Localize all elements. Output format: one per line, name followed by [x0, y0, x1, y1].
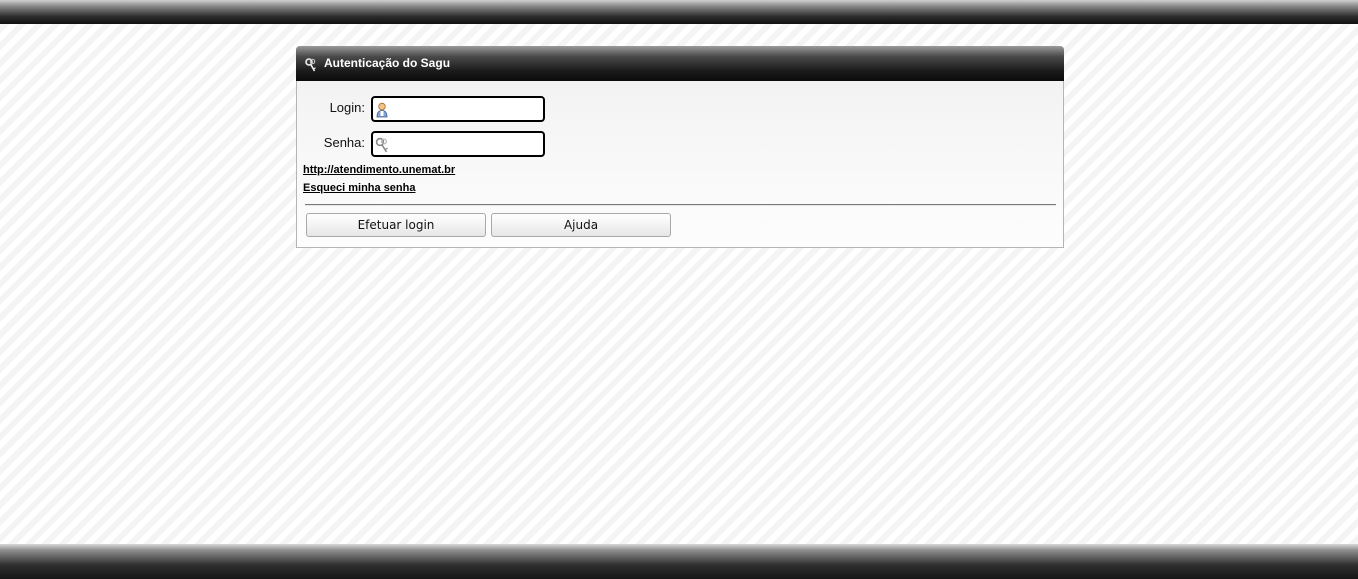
- keys-icon: [305, 58, 316, 72]
- forgot-password-link[interactable]: Esqueci minha senha: [303, 182, 415, 194]
- top-bar: [0, 0, 1358, 24]
- panel-title: Autenticação do Sagu: [324, 56, 451, 70]
- login-input[interactable]: [391, 100, 539, 118]
- password-label: Senha:: [323, 135, 365, 150]
- password-field[interactable]: [371, 131, 545, 157]
- login-field[interactable]: [371, 96, 545, 122]
- user-icon: [376, 102, 388, 118]
- keys-icon: [375, 137, 388, 153]
- password-input[interactable]: [391, 135, 539, 153]
- login-label: Login:: [329, 100, 365, 115]
- help-button[interactable]: Ajuda: [491, 213, 671, 237]
- panel-header: Autenticação do Sagu: [296, 46, 1064, 81]
- site-link[interactable]: http://atendimento.unemat.br: [303, 164, 455, 176]
- login-panel: Autenticação do Sagu Login: Senha: http:…: [296, 46, 1064, 248]
- bottom-bar: [0, 544, 1358, 579]
- divider: [305, 204, 1056, 206]
- login-button[interactable]: Efetuar login: [306, 213, 486, 237]
